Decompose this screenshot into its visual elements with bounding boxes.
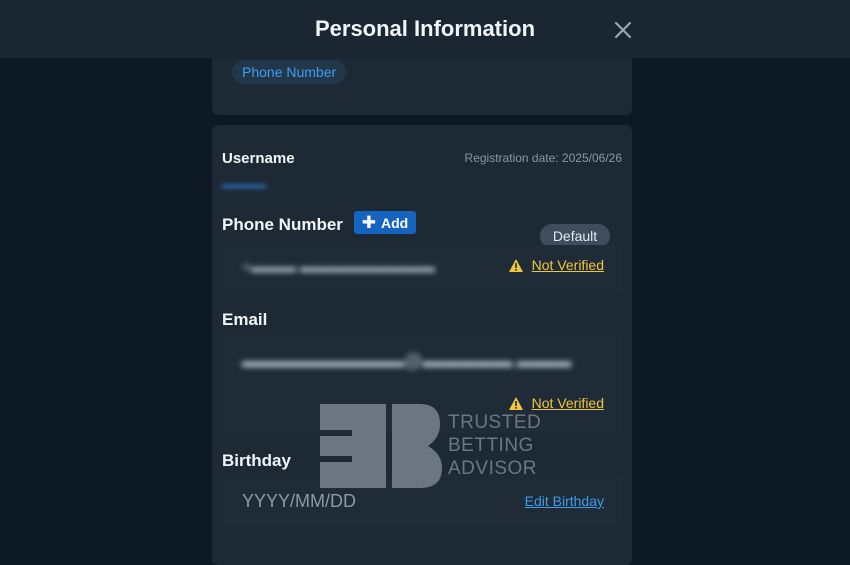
username-label: Username (222, 150, 295, 167)
phone-status: Not Verified (531, 257, 604, 273)
close-button[interactable] (612, 19, 634, 41)
add-phone-button[interactable]: ✚ Add (354, 211, 416, 234)
watermark-line-1: TRUSTED (448, 412, 542, 433)
watermark-line-2: BETTING (448, 435, 534, 456)
username-value: ▬▬▬▬ (222, 179, 266, 191)
phone-number-chip[interactable]: Phone Number (232, 60, 347, 84)
edit-birthday-link[interactable]: Edit Birthday (525, 493, 604, 509)
email-status: Not Verified (531, 395, 604, 411)
page-title: Personal Information (314, 16, 536, 41)
phone-number-label: Phone Number (222, 215, 343, 234)
birthday-label: Birthday (222, 451, 291, 470)
add-button-label: Add (381, 214, 409, 231)
warning-icon (508, 258, 523, 272)
phone-value: +▬▬▬ ▬▬▬▬▬▬▬▬▬ (242, 259, 435, 276)
birthday-placeholder: YYYY/MM/DD (242, 491, 357, 511)
watermark-line-3: ADVISOR (448, 458, 538, 479)
close-icon[interactable] (612, 19, 634, 41)
personal-info-card: Username Registration date: 2025/06/26 ▬… (212, 125, 632, 565)
registration-date: Registration date: 2025/06/26 (464, 151, 622, 165)
phone-field: +▬▬▬ ▬▬▬▬▬▬▬▬▬ Not Verified (222, 245, 622, 293)
watermark-logo: TRUSTED BETTING ADVISOR (316, 402, 541, 492)
tba-logo-icon (320, 404, 442, 488)
phone-not-verified-link[interactable]: Not Verified (508, 257, 604, 273)
contact-card: Phone Number (212, 58, 632, 115)
email-value: ▬▬▬▬▬▬▬▬▬@▬▬▬▬▬.▬▬▬ (242, 351, 572, 371)
email-label: Email (222, 310, 268, 329)
plus-icon: ✚ (361, 213, 377, 232)
modal-header: Personal Information (0, 0, 850, 58)
